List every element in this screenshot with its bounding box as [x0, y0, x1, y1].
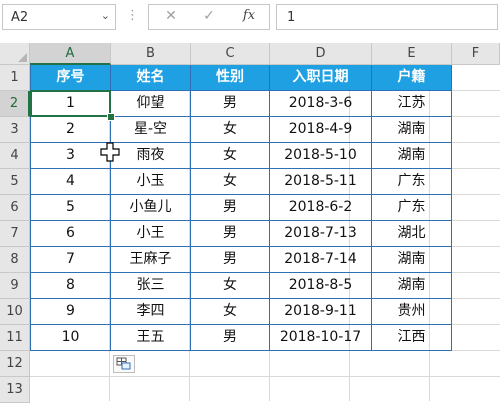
- table-cell-gender[interactable]: 男: [191, 221, 270, 247]
- formula-buttons: ✕ ✓ fx: [148, 4, 270, 30]
- fill-handle[interactable]: [107, 113, 115, 121]
- table-cell-hire-date[interactable]: 2018-9-11: [270, 299, 372, 325]
- table-cell-hometown[interactable]: 广东: [372, 195, 452, 221]
- formula-bar: A2 ⌄ ⋮ ✕ ✓ fx 1: [0, 0, 500, 34]
- table-cell-name[interactable]: 张三: [111, 273, 191, 299]
- table-cell-name[interactable]: 王五: [111, 325, 191, 351]
- name-box[interactable]: A2 ⌄: [2, 4, 116, 30]
- table-cell-gender[interactable]: 女: [191, 273, 270, 299]
- table-header-index[interactable]: 序号: [30, 65, 111, 91]
- table-cell-hire-date[interactable]: 2018-6-2: [270, 195, 372, 221]
- table-cell-hire-date[interactable]: 2018-5-10: [270, 143, 372, 169]
- table-cell-index[interactable]: 8: [30, 273, 111, 299]
- table-cell-name[interactable]: 小鱼儿: [111, 195, 191, 221]
- table-cell-gender[interactable]: 男: [191, 247, 270, 273]
- row-header-8[interactable]: 8: [0, 247, 30, 273]
- column-header-d[interactable]: D: [270, 43, 372, 65]
- formula-input[interactable]: 1: [276, 4, 498, 30]
- table-cell-index[interactable]: 1: [30, 91, 111, 117]
- table-cell-hometown[interactable]: 湖南: [372, 117, 452, 143]
- table-cell-hometown[interactable]: 湖北: [372, 221, 452, 247]
- table-cell-hire-date[interactable]: 2018-3-6: [270, 91, 372, 117]
- table-cell-hometown[interactable]: 湖南: [372, 143, 452, 169]
- table-cell-hometown[interactable]: 广东: [372, 169, 452, 195]
- table-cell-gender[interactable]: 男: [191, 325, 270, 351]
- table-cell-hire-date[interactable]: 2018-10-17: [270, 325, 372, 351]
- table-cell-name[interactable]: 仰望: [111, 91, 191, 117]
- table-cell-name[interactable]: 李四: [111, 299, 191, 325]
- row-header-13[interactable]: 13: [0, 377, 30, 403]
- table-cell-hire-date[interactable]: 2018-7-14: [270, 247, 372, 273]
- table-cell-gender[interactable]: 女: [191, 299, 270, 325]
- table-header-name[interactable]: 姓名: [111, 65, 191, 91]
- table-header-hire-date[interactable]: 入职日期: [270, 65, 372, 91]
- table-cell-hire-date[interactable]: 2018-7-13: [270, 221, 372, 247]
- cross-cursor-icon: [100, 142, 120, 162]
- insert-function-icon[interactable]: fx: [237, 8, 261, 26]
- table-cell-name[interactable]: 雨夜: [111, 143, 191, 169]
- row-header-12[interactable]: 12: [0, 351, 30, 377]
- column-header-f[interactable]: F: [452, 43, 500, 65]
- table-cell-name[interactable]: 小王: [111, 221, 191, 247]
- chevron-down-icon[interactable]: ⌄: [101, 9, 110, 22]
- table-cell-hire-date[interactable]: 2018-8-5: [270, 273, 372, 299]
- row-header-11[interactable]: 11: [0, 325, 30, 351]
- row-header-7[interactable]: 7: [0, 221, 30, 247]
- table-cell-name[interactable]: 星-空: [111, 117, 191, 143]
- table-cell-gender[interactable]: 女: [191, 117, 270, 143]
- table-cell-hometown[interactable]: 江西: [372, 325, 452, 351]
- table-cell-index[interactable]: 2: [30, 117, 111, 143]
- table-header-hometown[interactable]: 户籍: [372, 65, 452, 91]
- table-cell-gender[interactable]: 男: [191, 91, 270, 117]
- formula-input-value[interactable]: 1: [287, 10, 295, 25]
- row-header-9[interactable]: 9: [0, 273, 30, 299]
- table-cell-hometown[interactable]: 江苏: [372, 91, 452, 117]
- table-cell-index[interactable]: 6: [30, 221, 111, 247]
- table-cell-hometown[interactable]: 湖南: [372, 247, 452, 273]
- column-header-b[interactable]: B: [111, 43, 191, 65]
- table-cell-hometown[interactable]: 贵州: [372, 299, 452, 325]
- table-cell-hometown[interactable]: 湖南: [372, 273, 452, 299]
- table-cell-gender[interactable]: 女: [191, 169, 270, 195]
- row-header-3[interactable]: 3: [0, 117, 30, 143]
- table-cell-gender[interactable]: 男: [191, 195, 270, 221]
- row-header-1[interactable]: 1: [0, 65, 30, 91]
- table-cell-hire-date[interactable]: 2018-5-11: [270, 169, 372, 195]
- enter-check-icon[interactable]: ✓: [197, 8, 221, 26]
- table-cell-name[interactable]: 王麻子: [111, 247, 191, 273]
- table-cell-index[interactable]: 4: [30, 169, 111, 195]
- table-cell-index[interactable]: 10: [30, 325, 111, 351]
- quick-analysis-icon[interactable]: [113, 355, 135, 373]
- name-box-value[interactable]: A2: [11, 10, 28, 25]
- table-cell-name[interactable]: 小玉: [111, 169, 191, 195]
- row-header-4[interactable]: 4: [0, 143, 30, 169]
- column-header-c[interactable]: C: [191, 43, 270, 65]
- cancel-icon[interactable]: ✕: [159, 8, 183, 26]
- column-header-e[interactable]: E: [372, 43, 452, 65]
- table-cell-gender[interactable]: 女: [191, 143, 270, 169]
- table-cell-index[interactable]: 7: [30, 247, 111, 273]
- row-header-5[interactable]: 5: [0, 169, 30, 195]
- table-cell-index[interactable]: 9: [30, 299, 111, 325]
- row-header-2[interactable]: 2: [0, 91, 30, 117]
- table-cell-index[interactable]: 3: [30, 143, 111, 169]
- table-cell-hire-date[interactable]: 2018-4-9: [270, 117, 372, 143]
- select-all-corner[interactable]: [0, 43, 30, 65]
- row-header-10[interactable]: 10: [0, 299, 30, 325]
- row-header-6[interactable]: 6: [0, 195, 30, 221]
- column-header-a[interactable]: A: [30, 43, 111, 65]
- table-cell-index[interactable]: 5: [30, 195, 111, 221]
- table-header-gender[interactable]: 性别: [191, 65, 270, 91]
- drag-handle-icon[interactable]: ⋮: [126, 8, 139, 23]
